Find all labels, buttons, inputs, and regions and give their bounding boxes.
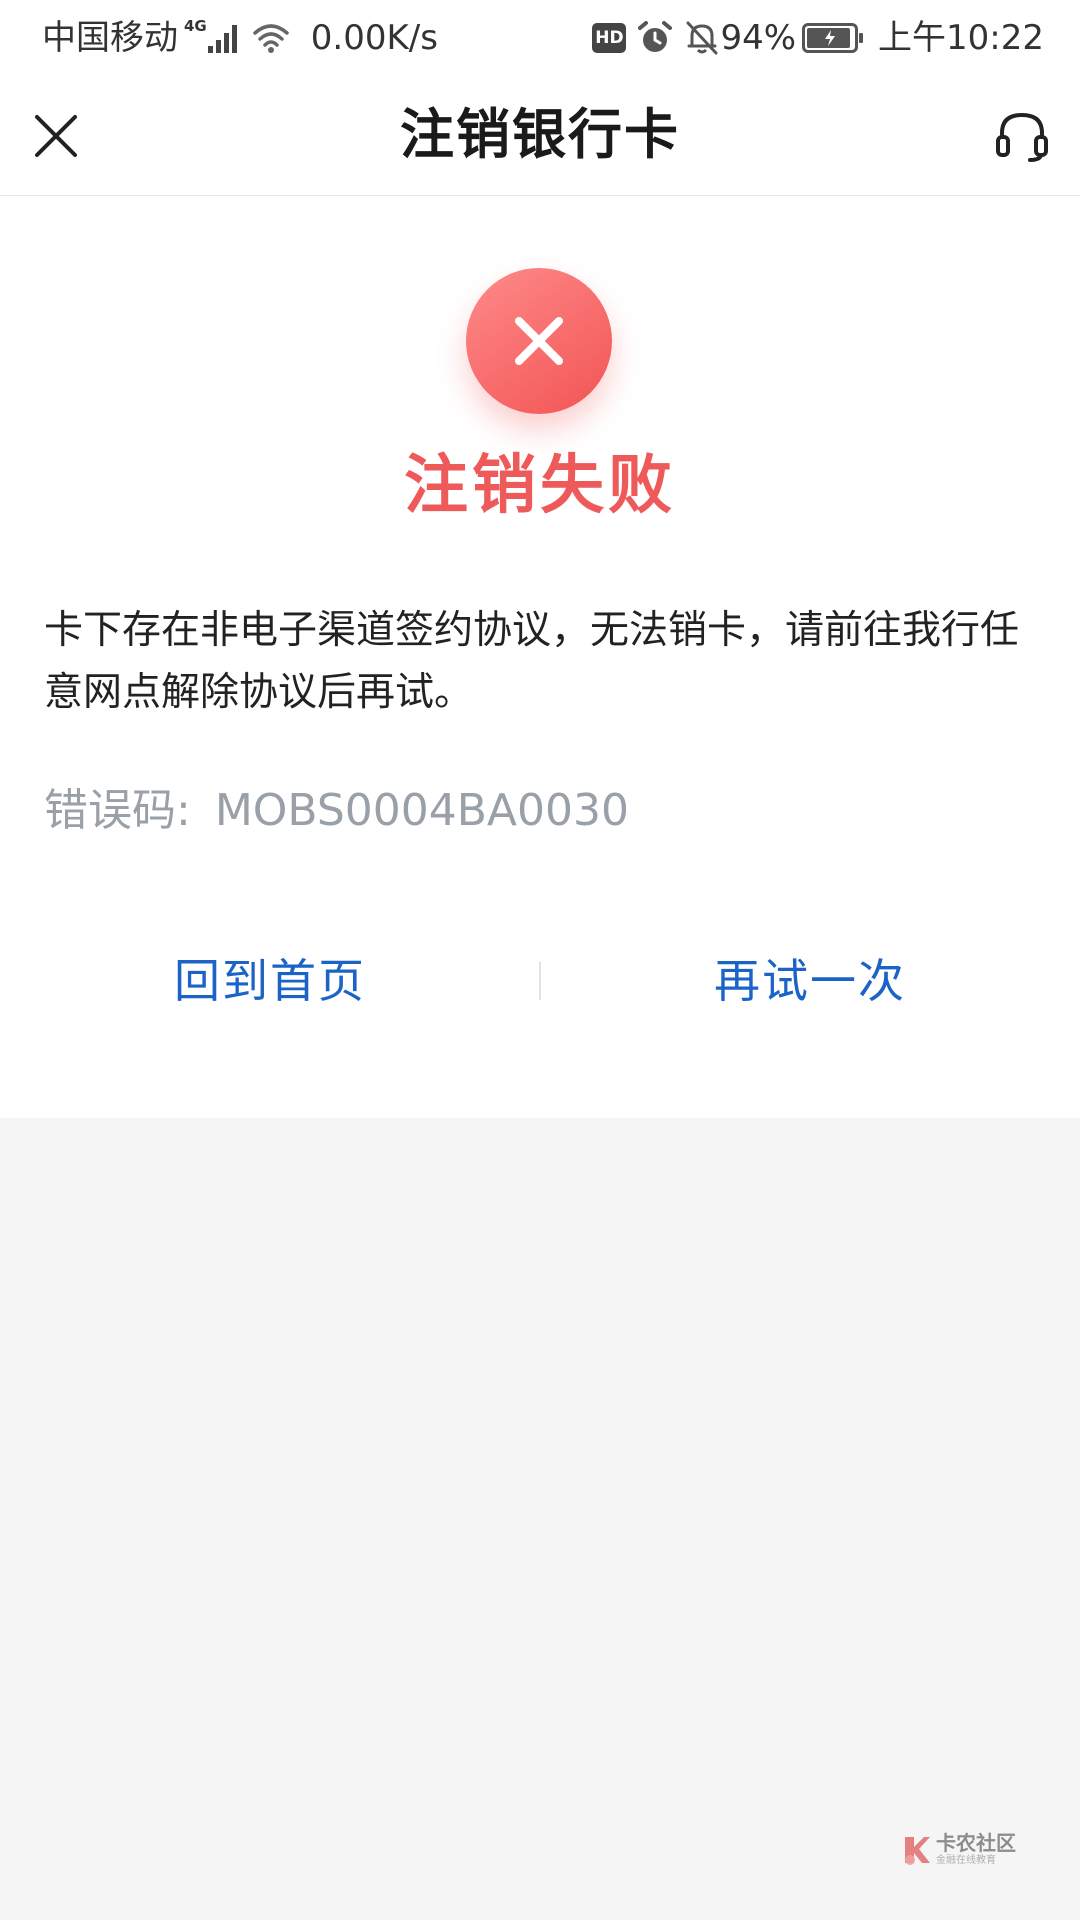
status-bar-right: HD 94% 上午10:22 [592,16,1044,60]
result-message: 卡下存在非电子渠道签约协议，无法销卡，请前往我行任意网点解除协议后再试。 [44,608,1020,715]
clock-time: 上午10:22 [878,18,1044,58]
retry-button[interactable]: 再试一次 [610,926,1010,1036]
error-code-value: MOBS0004BA0030 [214,785,630,836]
result-panel: 注销失败 卡下存在非电子渠道签约协议，无法销卡，请前往我行任意网点解除协议后再试… [0,196,1080,1118]
error-code-line: 错误码: MOBS0004BA0030 [44,774,629,838]
page-title: 注销银行卡 [400,103,680,166]
wifi-icon [253,24,289,53]
close-button[interactable] [26,106,86,166]
nav-bar: 注销银行卡 [0,76,1080,196]
status-bar-left: 中国移动 4G 0.00K/s [42,16,438,60]
network-speed: 0.00K/s [310,18,438,58]
close-icon [35,115,77,157]
action-bar: 回到首页 再试一次 [0,926,1080,1036]
customer-service-button[interactable] [990,104,1054,168]
app-screen: 中国移动 4G 0.00K/s HD 94% 上午10:22 注销银行卡 注销失… [0,0,1080,1920]
status-bar: 中国移动 4G 0.00K/s HD 94% 上午10:22 [0,0,1080,76]
hd-badge: HD [592,23,627,53]
watermark-tagline: 金融在线教育 [936,1855,996,1866]
bell-off-icon [686,21,718,55]
watermark-logo-icon [905,1837,930,1865]
battery-level: 94% [720,18,797,58]
action-divider [539,962,541,1000]
result-title: 注销失败 [404,449,676,523]
battery-charging-icon [802,23,864,53]
error-code-label: 错误码: [44,785,191,836]
carrier-name: 中国移动 [42,18,178,58]
community-watermark: 卡农社区 金融在线教育 [900,1830,1060,1870]
watermark-name: 卡农社区 [936,1831,1016,1855]
failure-status-badge [466,268,612,414]
alarm-icon [638,21,673,52]
close-circle-icon [515,317,563,365]
signal-icon [207,25,237,53]
headset-icon [996,112,1048,162]
network-type: 4G [184,17,207,35]
back-home-button[interactable]: 回到首页 [70,926,470,1036]
